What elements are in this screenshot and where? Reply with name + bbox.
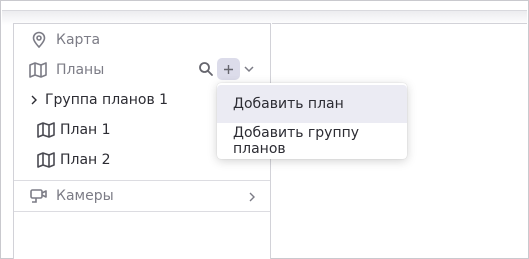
sidebar-item-map[interactable]: Карта: [14, 25, 270, 55]
search-icon[interactable]: [198, 61, 214, 77]
map-pin-icon: [30, 31, 48, 49]
add-button[interactable]: [217, 58, 240, 80]
app-window: Карта Планы Группа планов 1 План 1 План …: [0, 0, 529, 259]
sidebar-item-label: Карта: [56, 32, 101, 48]
chevron-right-icon: [247, 191, 257, 203]
menu-item-add-plan[interactable]: Добавить план: [217, 85, 407, 123]
sidebar-item-label: Камеры: [56, 188, 114, 204]
map-icon: [28, 61, 48, 79]
add-dropdown-menu: Добавить план Добавить группу планов: [217, 83, 407, 159]
sidebar-item-cameras[interactable]: Камеры: [14, 181, 270, 211]
map-icon: [36, 151, 56, 169]
sidebar-item-label: План 1: [60, 122, 111, 138]
chevron-right-icon: [29, 94, 39, 106]
map-icon: [36, 121, 56, 139]
top-toolbar: [2, 2, 527, 11]
plus-icon: [223, 60, 234, 79]
sidebar-item-label: Группа планов 1: [45, 92, 169, 108]
chevron-down-icon[interactable]: [243, 64, 255, 74]
menu-item-add-plan-group[interactable]: Добавить группу планов: [217, 122, 407, 160]
menu-item-label: Добавить план: [233, 96, 344, 112]
sidebar-item-label: План 2: [60, 152, 111, 168]
camera-icon: [29, 187, 49, 205]
divider: [14, 211, 270, 212]
menu-item-label: Добавить группу планов: [233, 125, 360, 157]
sidebar-item-label: Планы: [56, 62, 105, 78]
